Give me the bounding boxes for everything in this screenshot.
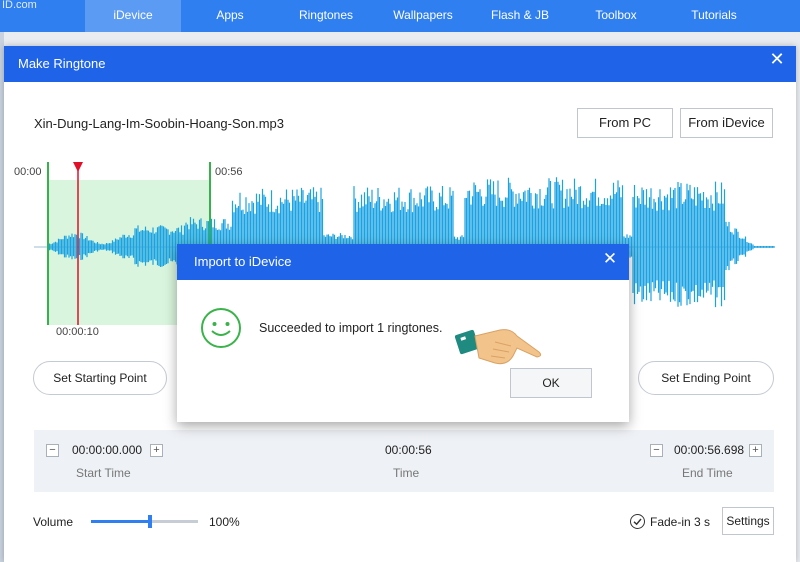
import-success-popup: Import to iDevice ✕ Succeeded to import … [177,244,629,422]
volume-value: 100% [209,515,240,529]
popup-header: Import to iDevice ✕ [177,244,629,280]
nav-tab-tutorials[interactable]: Tutorials [664,0,764,32]
dialog-header: Make Ringtone ✕ [4,46,796,82]
volume-slider[interactable] [91,515,198,528]
playhead-time: 00:00:10 [56,326,99,338]
from-pc-button[interactable]: From PC [577,108,673,138]
duration-label: Time [393,466,420,480]
nav-tab-flash-jb[interactable]: Flash & JB [472,0,568,32]
popup-title: Import to iDevice [194,254,292,269]
end-time-label: End Time [682,466,733,480]
close-icon[interactable]: ✕ [766,48,788,70]
pointing-hand-icon [455,329,542,365]
end-time-value: 00:00:56.698 [674,443,745,457]
fade-in-label: Fade-in 3 s [650,515,711,529]
smile-icon [201,308,241,348]
file-name: Xin-Dung-Lang-Im-Soobin-Hoang-Son.mp3 [34,116,285,131]
volume-label: Volume [33,515,74,529]
set-starting-point-button[interactable]: Set Starting Point [33,361,167,395]
nav-tab-wallpapers[interactable]: Wallpapers [374,0,472,32]
waveform-start-time: 00:00 [14,166,42,178]
nav-tab-toolbox[interactable]: Toolbox [568,0,664,32]
selection-end-time: 00:56 [215,166,243,178]
set-ending-point-button[interactable]: Set Ending Point [638,361,774,395]
check-icon [633,518,642,526]
start-time-decrement-button[interactable]: − [46,444,59,457]
playhead-icon [72,160,84,172]
volume-slider-handle[interactable] [147,515,152,528]
duration-value: 00:00:56 [385,443,432,457]
popup-message: Succeeded to import 1 ringtones. [259,321,443,335]
from-idevice-button[interactable]: From iDevice [680,108,773,138]
top-navigation: ID.com iDevice Apps Ringtones Wallpapers… [0,0,800,32]
ok-button[interactable]: OK [510,368,592,398]
close-icon[interactable]: ✕ [599,248,621,270]
brand-logo-text: ID.com [2,0,37,11]
settings-button[interactable]: Settings [722,507,774,535]
start-time-increment-button[interactable]: + [150,444,163,457]
fade-in-checkbox[interactable] [630,514,645,529]
time-panel: − 00:00:00.000 + Start Time 00:00:56 Tim… [34,430,774,492]
nav-tab-apps[interactable]: Apps [180,0,280,32]
start-time-value: 00:00:00.000 [72,443,143,457]
end-time-decrement-button[interactable]: − [650,444,663,457]
end-time-increment-button[interactable]: + [749,444,762,457]
dialog-title: Make Ringtone [18,56,106,71]
nav-tab-ringtones[interactable]: Ringtones [278,0,374,32]
volume-slider-fill [91,520,150,523]
start-time-label: Start Time [76,466,131,480]
nav-tab-idevice[interactable]: iDevice [85,0,181,32]
